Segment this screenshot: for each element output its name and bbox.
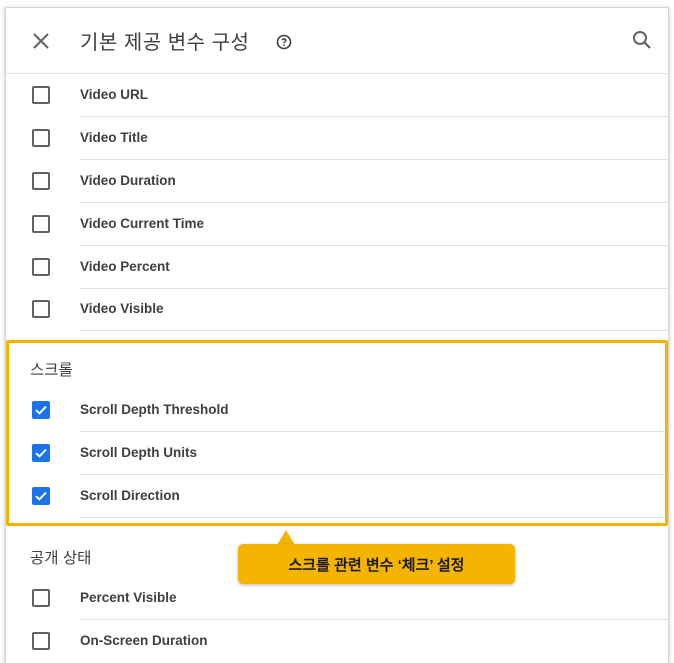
list-item-label: Scroll Depth Units xyxy=(80,445,198,460)
list-item-video-url[interactable]: Video URL xyxy=(6,74,668,117)
checkbox[interactable] xyxy=(32,258,50,276)
checkbox[interactable] xyxy=(32,215,50,233)
page-title: 기본 제공 변수 구성 xyxy=(80,32,250,54)
list-item-label: Video Percent xyxy=(80,259,170,274)
list-item-video-current-time[interactable]: Video Current Time xyxy=(6,203,668,246)
callout-pointer xyxy=(277,530,295,545)
list-item-label: On-Screen Duration xyxy=(80,633,208,648)
check-icon xyxy=(35,405,47,415)
checkbox[interactable] xyxy=(32,129,50,147)
checkbox-checked[interactable] xyxy=(32,401,50,419)
search-icon[interactable] xyxy=(630,28,654,52)
checkbox-checked[interactable] xyxy=(32,487,50,505)
check-icon xyxy=(35,448,47,458)
checkbox[interactable] xyxy=(32,632,50,650)
list-item-label: Video Current Time xyxy=(80,216,205,231)
list-item-scroll-depth-threshold[interactable]: Scroll Depth Threshold xyxy=(6,389,668,432)
list-item-scroll-depth-units[interactable]: Scroll Depth Units xyxy=(6,432,668,475)
callout-annotation: 스크롤 관련 변수 ‘체크’ 설정 xyxy=(238,544,515,584)
list-item-on-screen-duration[interactable]: On-Screen Duration xyxy=(6,620,668,663)
section-title-visibility: 공개 상태 xyxy=(30,550,92,567)
help-circle-icon[interactable] xyxy=(276,34,292,50)
list-item-video-duration[interactable]: Video Duration xyxy=(6,160,668,203)
check-icon xyxy=(35,491,47,501)
list-item-label: Scroll Depth Threshold xyxy=(80,402,229,417)
list-item-label: Scroll Direction xyxy=(80,488,180,503)
close-icon[interactable] xyxy=(30,30,52,52)
list-item-label: Video Visible xyxy=(80,301,164,316)
list-item-label: Video Duration xyxy=(80,173,176,188)
divider xyxy=(80,330,668,331)
checkbox[interactable] xyxy=(32,300,50,318)
list-item-video-title[interactable]: Video Title xyxy=(6,117,668,160)
section-title-scroll: 스크롤 xyxy=(30,362,73,379)
list-item-label: Video Title xyxy=(80,130,148,145)
list-item-video-visible[interactable]: Video Visible xyxy=(6,288,668,331)
divider xyxy=(80,517,668,518)
list-item-label: Percent Visible xyxy=(80,590,177,605)
callout-text: 스크롤 관련 변수 ‘체크’ 설정 xyxy=(288,557,465,574)
checkbox[interactable] xyxy=(32,589,50,607)
checkbox-checked[interactable] xyxy=(32,444,50,462)
checkbox[interactable] xyxy=(32,172,50,190)
panel-header: 기본 제공 변수 구성 xyxy=(6,8,668,74)
list-item-video-percent[interactable]: Video Percent xyxy=(6,246,668,289)
list-item-label: Video URL xyxy=(80,87,149,102)
list-item-scroll-direction[interactable]: Scroll Direction xyxy=(6,475,668,518)
checkbox[interactable] xyxy=(32,86,50,104)
